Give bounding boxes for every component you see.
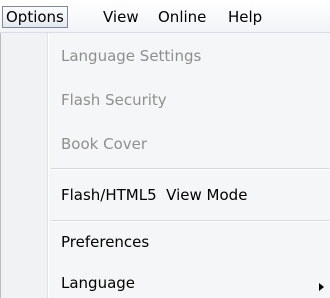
menu-separator [51, 168, 329, 169]
options-dropdown-menu: Language Settings Flash Security Book Co… [0, 33, 330, 298]
menu-separator [51, 220, 329, 221]
menu-item-language[interactable]: Language [61, 274, 135, 292]
menu-online[interactable]: Online [158, 6, 206, 28]
gutter-divider-highlight [48, 33, 49, 298]
menu-view[interactable]: View [103, 6, 139, 28]
menu-item-book-cover[interactable]: Book Cover [61, 135, 147, 153]
menu-options[interactable]: Options [2, 6, 68, 28]
menu-item-flash-security[interactable]: Flash Security [61, 91, 167, 109]
menu-icon-gutter [1, 33, 47, 298]
menu-help[interactable]: Help [228, 6, 262, 28]
menu-item-language-settings[interactable]: Language Settings [61, 47, 201, 65]
menu-item-preferences[interactable]: Preferences [61, 233, 149, 251]
menu-item-view-mode[interactable]: Flash/HTML5 View Mode [61, 186, 247, 204]
menu-bar: Options View Online Help [0, 0, 330, 33]
triangle-right-icon [319, 283, 324, 291]
